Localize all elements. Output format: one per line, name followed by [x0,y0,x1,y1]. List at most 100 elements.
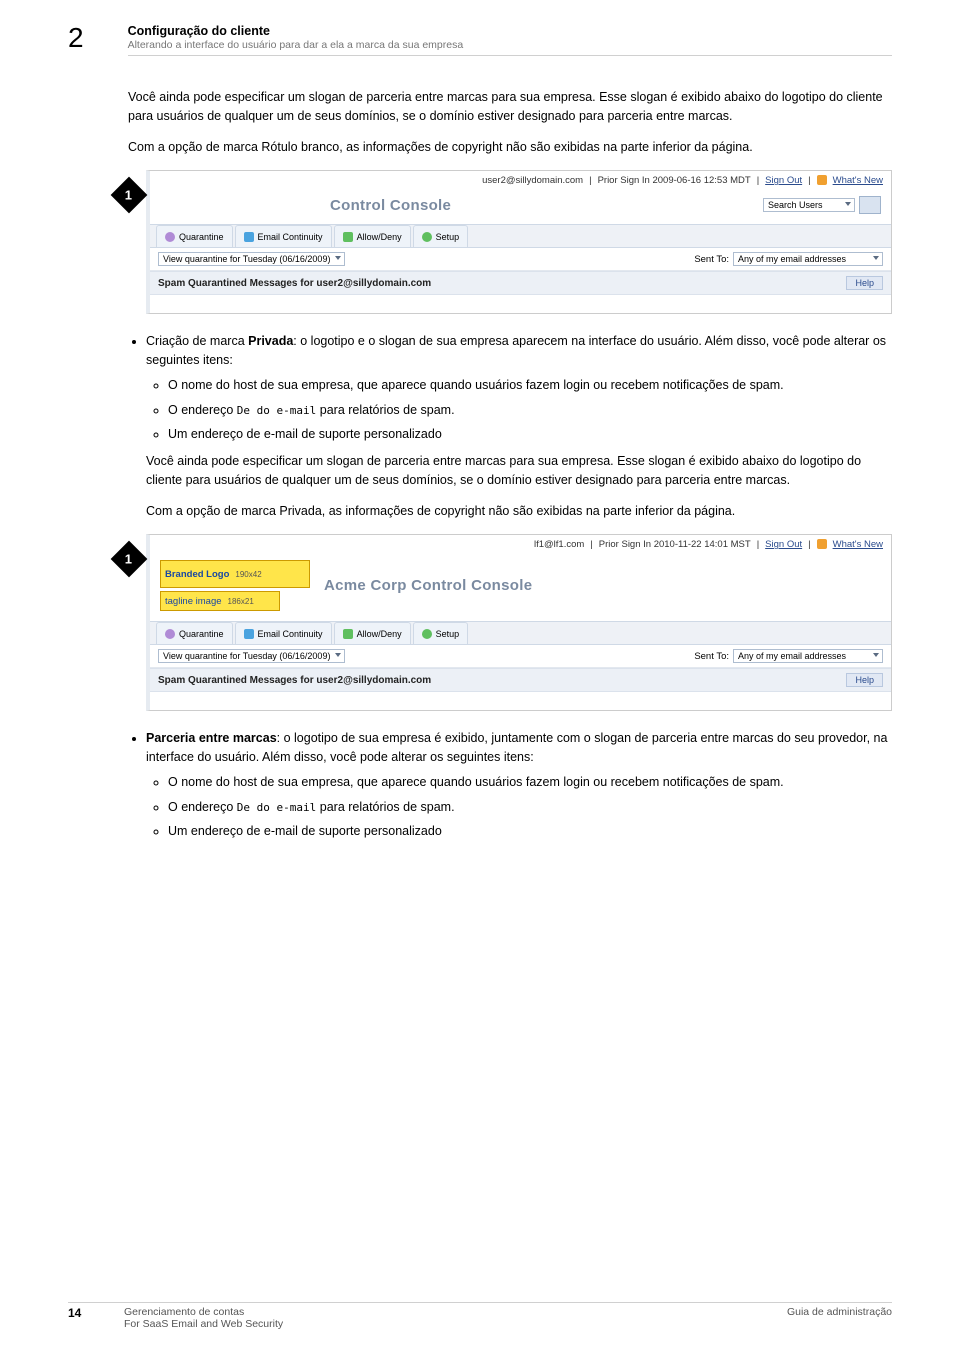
setup-icon [422,629,432,639]
paragraph: Você ainda pode especificar um slogan de… [146,452,892,490]
footer-left-1: Gerenciamento de contas [124,1306,283,1318]
list-item: Um endereço de e-mail de suporte persona… [168,425,892,444]
top-priorsignin: Prior Sign In 2009-06-16 12:53 MDT [598,175,751,186]
paragraph: Você ainda pode especificar um slogan de… [128,88,892,126]
section-subtitle: Alterando a interface do usuário para da… [128,39,892,51]
quarantine-date-dropdown[interactable]: View quarantine for Tuesday (06/16/2009) [158,649,345,663]
page-number: 14 [68,1306,124,1330]
list-item: Criação de marca Privada: o logotipo e o… [146,332,892,520]
list-item: Parceria entre marcas: o logotipo de sua… [146,729,892,841]
list-item: O endereço De do e-mail para relatórios … [168,401,892,420]
tab-email-continuity[interactable]: Email Continuity [235,225,332,247]
email-continuity-icon [244,232,254,242]
text: O endereço [168,800,237,814]
signout-link[interactable]: Sign Out [765,175,802,186]
allow-deny-icon [343,232,353,242]
sent-to-dropdown[interactable]: Any of my email addresses [733,649,883,663]
search-go-button[interactable] [859,196,881,214]
top-user: user2@sillydomain.com [482,175,583,186]
chevron-down-icon [845,202,851,206]
top-priorsignin: Prior Sign In 2010-11-22 14:01 MST [599,539,751,550]
top-strip: user2@sillydomain.com | Prior Sign In 20… [150,171,891,190]
dropdown-value: View quarantine for Tuesday (06/16/2009) [163,651,330,661]
bullet-lead-bold: Parceria entre marcas [146,731,277,745]
console-title: Acme Corp Control Console [324,577,532,594]
help-button[interactable]: Help [846,276,883,290]
header-rule [128,55,892,56]
allow-deny-icon [343,629,353,639]
tab-label: Email Continuity [258,232,323,242]
screenshot-private-brand: 1 lf1@lf1.com | Prior Sign In 2010-11-22… [112,534,892,711]
section-title: Configuração do cliente [128,24,892,38]
tab-label: Setup [436,629,460,639]
tab-label: Setup [436,232,460,242]
footer-left-2: For SaaS Email and Web Security [124,1318,283,1330]
list-item: O nome do host de sua empresa, que apare… [168,376,892,395]
tab-bar: Quarantine Email Continuity Allow/Deny S… [150,621,891,645]
monospace-text: De do e-mail [237,404,316,417]
paragraph: Com a opção de marca Rótulo branco, as i… [128,138,892,157]
tab-label: Quarantine [179,629,224,639]
logo-placeholder-text: Branded Logo [165,569,229,580]
brand-placeholder: Branded Logo 190x42 tagline image 186x21 [160,560,310,611]
console-title: Control Console [330,197,451,214]
tab-quarantine[interactable]: Quarantine [156,225,233,247]
search-users-label: Search Users [768,200,823,210]
page-header: 2 Configuração do cliente Alterando a in… [68,24,892,56]
screenshot-white-label: 1 user2@sillydomain.com | Prior Sign In … [112,170,892,314]
quarantine-date-dropdown[interactable]: View quarantine for Tuesday (06/16/2009) [158,252,345,266]
list-item: Um endereço de e-mail de suporte persona… [168,822,892,841]
dropdown-value: View quarantine for Tuesday (06/16/2009) [163,254,330,264]
tagline-placeholder-text: tagline image [165,596,222,607]
chevron-down-icon [335,256,341,260]
tab-label: Allow/Deny [357,629,402,639]
bullet-lead-bold: Privada [248,334,293,348]
text: O endereço [168,403,237,417]
sent-to-label: Sent To: [694,254,729,265]
chevron-down-icon [873,653,879,657]
dropdown-value: Any of my email addresses [738,254,846,264]
tab-setup[interactable]: Setup [413,622,469,644]
tagline-dim: 186x21 [228,597,254,606]
text: para relatórios de spam. [316,800,454,814]
logo-dim: 190x42 [235,570,261,579]
callout-number: 1 [125,188,132,203]
callout-marker: 1 [112,170,146,208]
email-continuity-icon [244,629,254,639]
tab-bar: Quarantine Email Continuity Allow/Deny S… [150,224,891,248]
tab-allow-deny[interactable]: Allow/Deny [334,225,411,247]
tab-quarantine[interactable]: Quarantine [156,622,233,644]
chevron-down-icon [873,256,879,260]
tab-label: Quarantine [179,232,224,242]
whatsnew-link[interactable]: What's New [833,539,883,550]
list-item: O endereço De do e-mail para relatórios … [168,798,892,817]
chevron-down-icon [335,653,341,657]
callout-number: 1 [125,552,132,567]
tab-label: Email Continuity [258,629,323,639]
whatsnew-icon [817,539,827,549]
top-user: lf1@lf1.com [534,539,584,550]
sent-to-label: Sent To: [694,651,729,662]
setup-icon [422,232,432,242]
top-strip: lf1@lf1.com | Prior Sign In 2010-11-22 1… [150,535,891,554]
whatsnew-icon [817,175,827,185]
footer-rule [68,1302,892,1303]
list-item: O nome do host de sua empresa, que apare… [168,773,892,792]
spam-section-title: Spam Quarantined Messages for user2@sill… [158,675,431,686]
sent-to-dropdown[interactable]: Any of my email addresses [733,252,883,266]
chapter-number: 2 [68,24,84,52]
callout-marker: 1 [112,534,146,572]
footer-right: Guia de administração [787,1306,892,1330]
tab-email-continuity[interactable]: Email Continuity [235,622,332,644]
quarantine-icon [165,232,175,242]
text: para relatórios de spam. [316,403,454,417]
tab-allow-deny[interactable]: Allow/Deny [334,622,411,644]
signout-link[interactable]: Sign Out [765,539,802,550]
tab-setup[interactable]: Setup [413,225,469,247]
whatsnew-link[interactable]: What's New [833,175,883,186]
tab-label: Allow/Deny [357,232,402,242]
search-users-dropdown[interactable]: Search Users [763,198,855,212]
dropdown-value: Any of my email addresses [738,651,846,661]
paragraph: Com a opção de marca Privada, as informa… [146,502,892,521]
help-button[interactable]: Help [846,673,883,687]
